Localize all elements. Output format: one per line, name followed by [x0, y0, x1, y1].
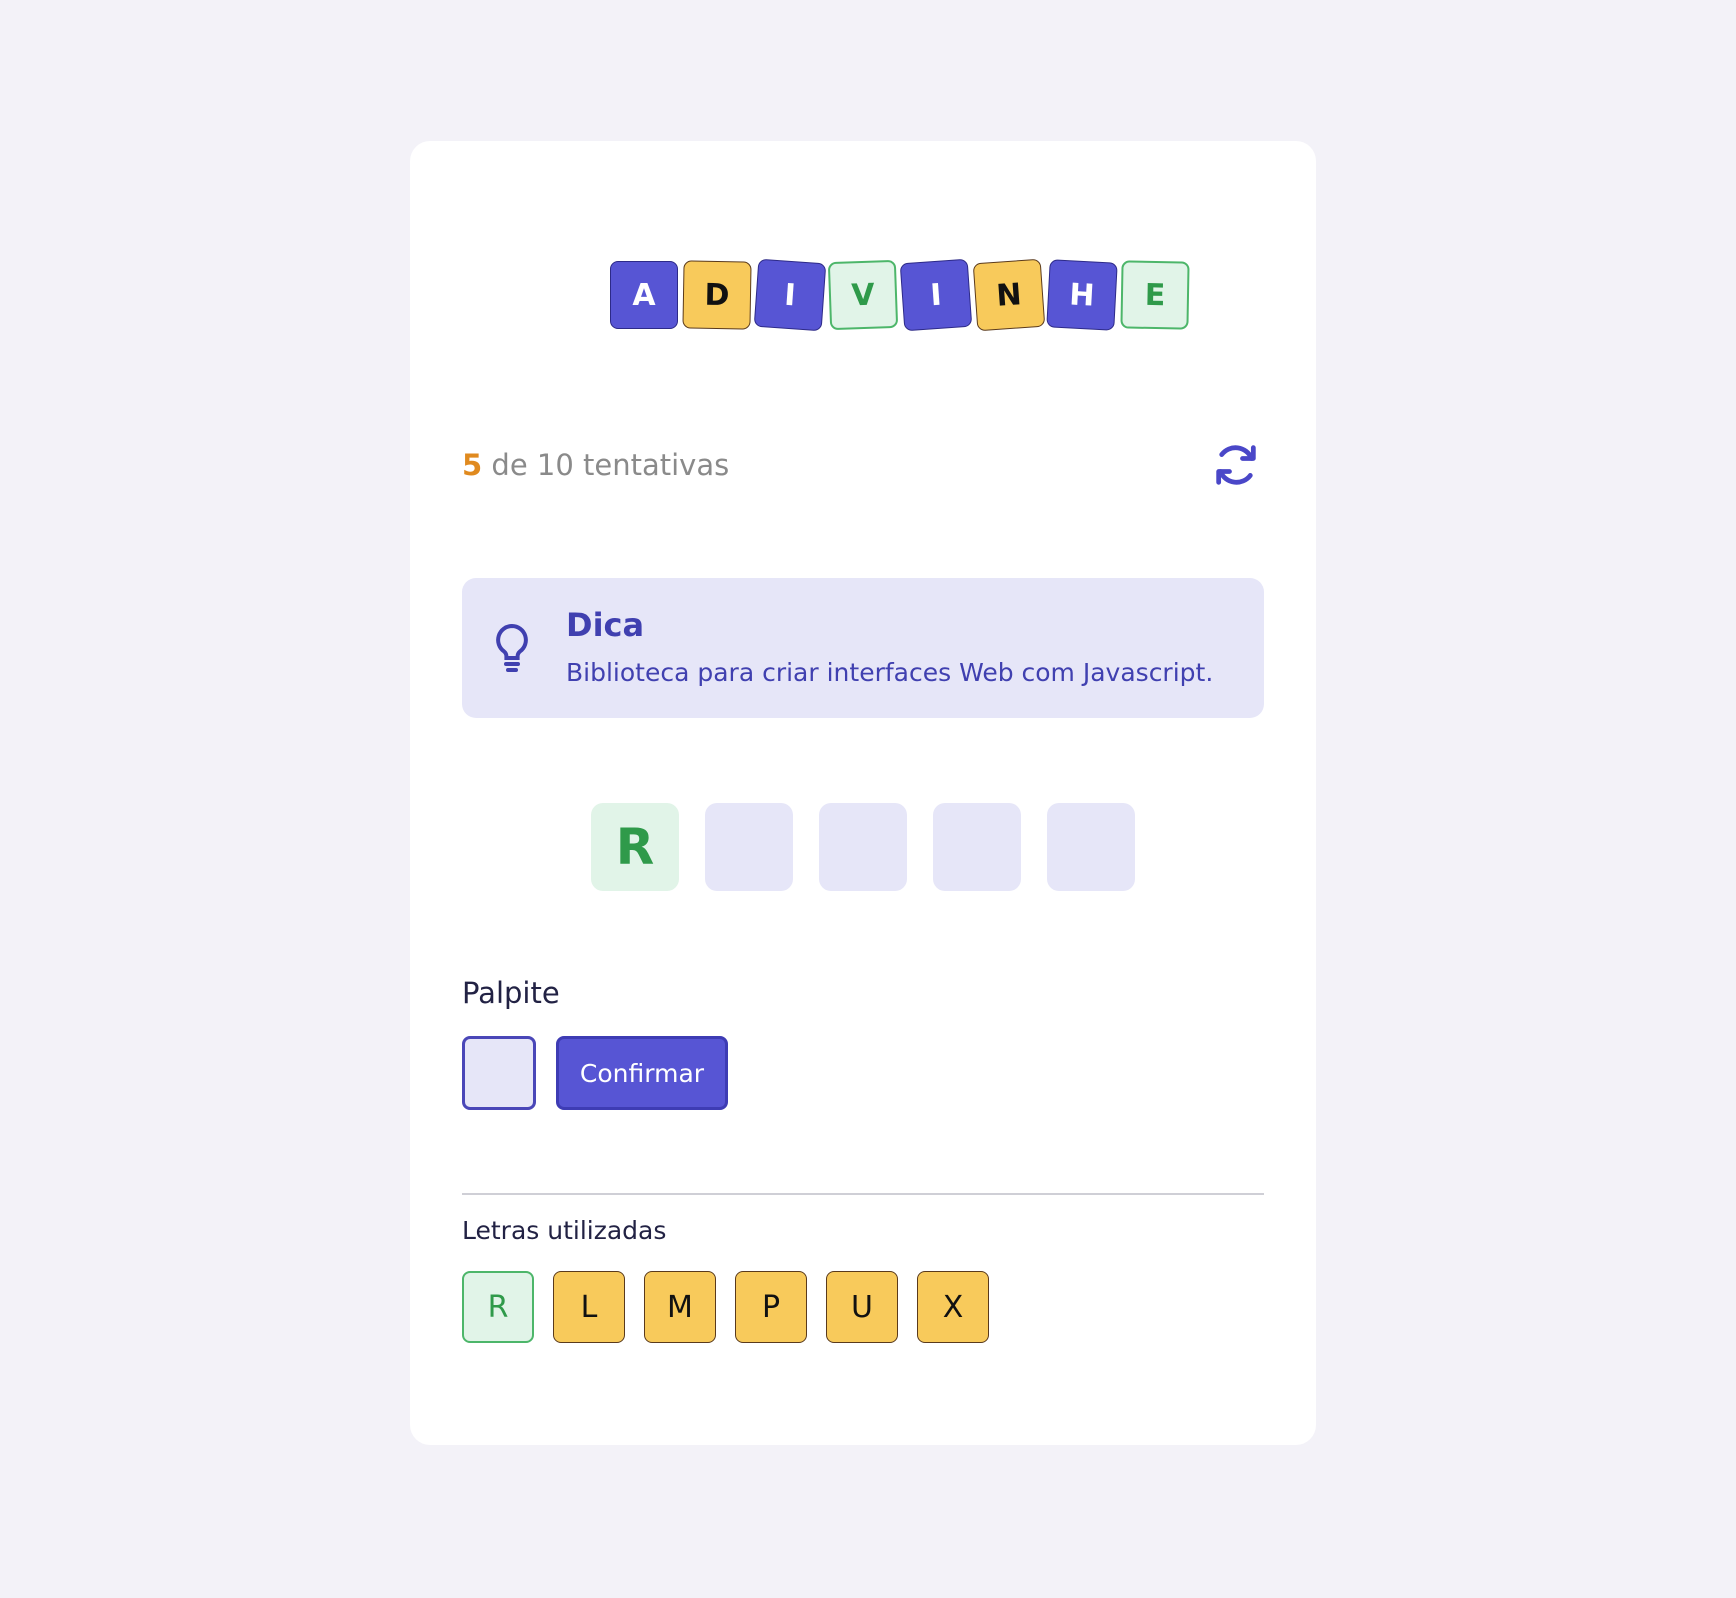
logo-tile: E [1120, 260, 1190, 330]
word-slot: R [591, 803, 679, 891]
game-card: ADIVINHE 5 de 10 tentativas Dica Bibliot… [410, 141, 1316, 1445]
logo-tile: I [899, 258, 973, 332]
word-slot [819, 803, 907, 891]
logo-tile: V [827, 259, 899, 331]
word-slot [705, 803, 793, 891]
used-letter: P [735, 1271, 807, 1343]
attempts-current: 5 [462, 448, 483, 482]
used-letters-list: RLMPUX [462, 1271, 989, 1343]
word-slot [933, 803, 1021, 891]
logo-tile: H [1046, 259, 1118, 331]
attempts-counter: 5 de 10 tentativas [462, 448, 729, 482]
confirm-button[interactable]: Confirmar [556, 1036, 728, 1110]
logo-tile: I [753, 258, 827, 332]
refresh-icon[interactable] [1210, 439, 1262, 491]
used-letter: X [917, 1271, 989, 1343]
hint-text: Biblioteca para criar interfaces Web com… [566, 658, 1214, 687]
logo-tile: N [972, 258, 1046, 332]
divider [462, 1193, 1264, 1195]
used-letter: M [644, 1271, 716, 1343]
attempts-text: de 10 tentativas [491, 448, 730, 482]
word-slot [1047, 803, 1135, 891]
guess-label: Palpite [462, 976, 560, 1010]
used-letter: R [462, 1271, 534, 1343]
logo-tile: D [682, 260, 752, 330]
logo-tile: A [610, 261, 678, 329]
lightbulb-icon [496, 623, 528, 672]
used-letter: U [826, 1271, 898, 1343]
used-letter: L [553, 1271, 625, 1343]
used-letters-label: Letras utilizadas [462, 1216, 667, 1245]
hint-title: Dica [566, 606, 645, 644]
word-slots: R [591, 803, 1135, 891]
guess-input[interactable] [462, 1036, 536, 1110]
game-logo: ADIVINHE [610, 258, 1190, 332]
hint-box: Dica Biblioteca para criar interfaces We… [462, 578, 1264, 718]
